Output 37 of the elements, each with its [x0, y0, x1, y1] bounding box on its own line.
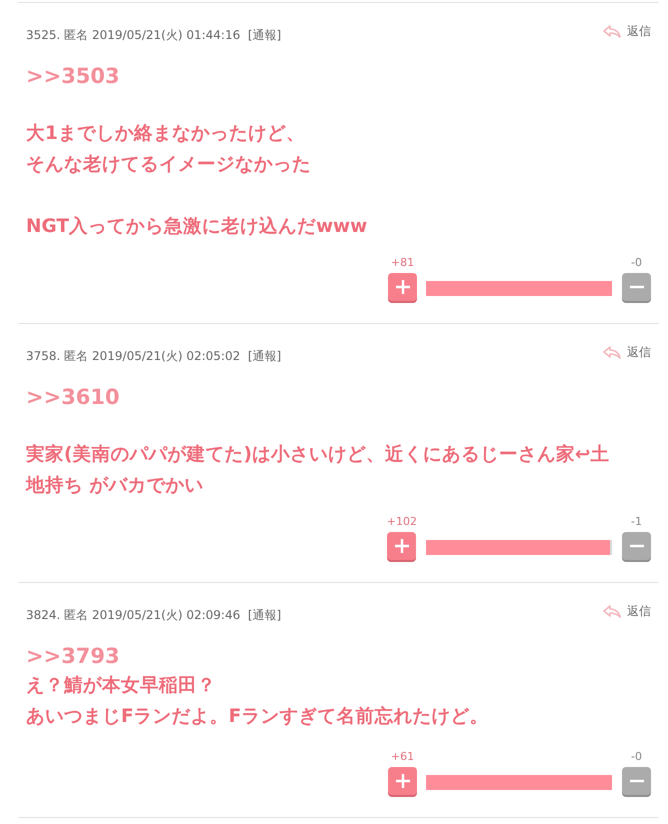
reply-link[interactable]: 返信: [603, 603, 651, 620]
comment-meta: 3824. 匿名 2019/05/21(火) 02:09:46 [通報]: [26, 607, 282, 624]
minus-button[interactable]: [622, 273, 651, 301]
minus-count: -0: [631, 750, 642, 763]
minus-icon: [628, 285, 644, 289]
minus-count: -0: [631, 256, 642, 269]
comment-text: え？鯖が本女早稲田？: [26, 674, 216, 698]
minus-icon: [628, 779, 644, 783]
plus-button[interactable]: [388, 273, 417, 301]
report-link[interactable]: [通報]: [248, 28, 282, 42]
plus-button[interactable]: [387, 532, 416, 560]
comment-meta: 3525. 匿名 2019/05/21(火) 01:44:16 [通報]: [26, 27, 282, 44]
comment-text: 大1までしか絡まなかったけど、: [26, 122, 305, 146]
comment-text: あいつまじFランだよ。Fランすぎて名前忘れたけど。: [26, 704, 488, 729]
reply-icon: [603, 605, 621, 618]
comment-meta: 3758. 匿名 2019/05/21(火) 02:05:02 [通報]: [26, 348, 282, 365]
reply-icon: [603, 346, 621, 359]
plus-count: +102: [386, 515, 417, 528]
reply-icon: [603, 25, 621, 38]
plus-button[interactable]: [388, 767, 417, 795]
plus-icon: [394, 538, 410, 554]
comment-text: そんな老けてるイメージなかった: [26, 153, 311, 177]
plus-count: +61: [390, 750, 414, 763]
plus-icon: [394, 279, 410, 295]
minus-icon: [628, 544, 644, 548]
minus-count: -1: [631, 515, 642, 528]
minus-button[interactable]: [622, 767, 651, 795]
minus-button[interactable]: [622, 532, 651, 560]
reply-link[interactable]: 返信: [603, 344, 651, 361]
comment-text: 実家(美南のパパが建てた)は小さいけど、近くにあるじーさん家↩土: [26, 442, 610, 467]
comment-text: NGT入ってから急激に老け込んだwww: [26, 215, 368, 239]
report-link[interactable]: [通報]: [248, 349, 282, 363]
reply-link[interactable]: 返信: [603, 23, 651, 40]
plus-count: +81: [390, 256, 414, 269]
comment-text: 地持ち がバカでかい: [26, 474, 204, 498]
report-link[interactable]: [通報]: [248, 608, 282, 622]
plus-icon: [394, 773, 410, 789]
